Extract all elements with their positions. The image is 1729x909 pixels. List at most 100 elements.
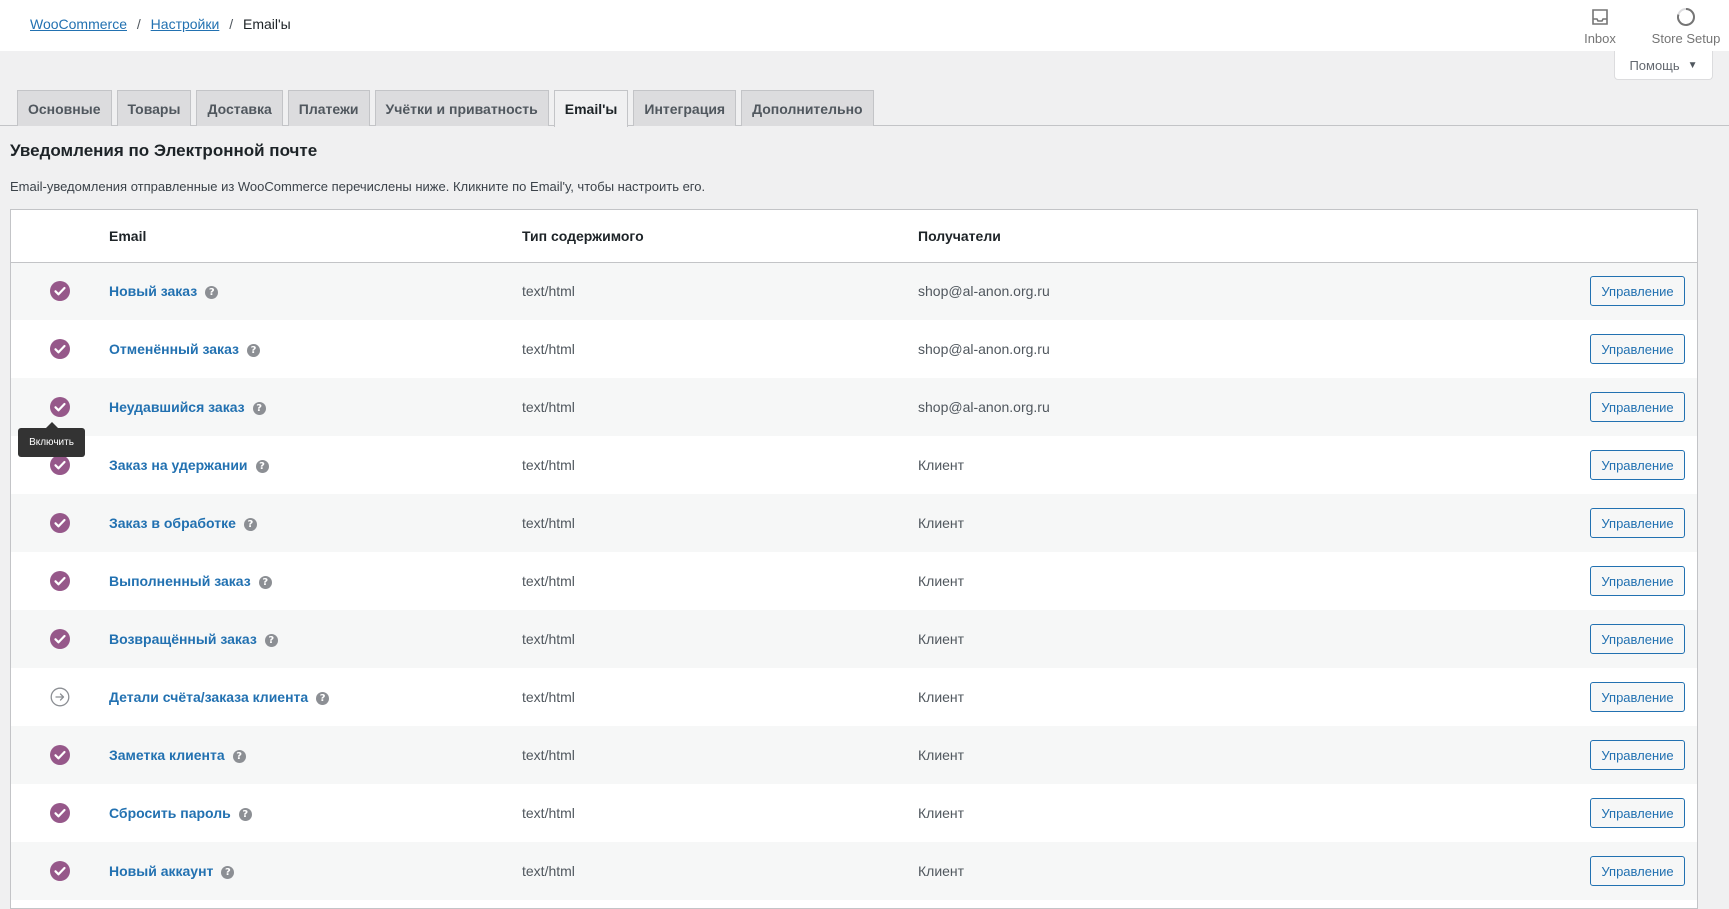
actions-cell: Управление [1567, 552, 1697, 610]
tab-general[interactable]: Основные [17, 90, 112, 126]
help-tip-icon[interactable]: ? [243, 517, 257, 531]
content-type-cell: text/html [522, 515, 575, 531]
email-name-link[interactable]: Сбросить пароль [109, 805, 231, 821]
recipients-cell: Клиент [918, 515, 965, 531]
recipients-cell: shop@al-anon.org.ru [918, 399, 1050, 415]
help-tip-icon[interactable]: ? [232, 749, 246, 763]
manage-button[interactable]: Управление [1590, 566, 1685, 596]
manage-button[interactable]: Управление [1590, 450, 1685, 480]
email-name-cell: Новый аккаунт? [109, 842, 522, 900]
email-name-link[interactable]: Выполненный заказ [109, 573, 251, 589]
tab-products[interactable]: Товары [116, 90, 192, 126]
email-name-cell: Неудавшийся заказ? [109, 378, 522, 436]
email-name-link[interactable]: Отменённый заказ [109, 341, 239, 357]
tab-accounts-privacy[interactable]: Учётки и приватность [374, 90, 549, 126]
enabled-check-icon[interactable] [48, 743, 72, 767]
breadcrumb-link-settings[interactable]: Настройки [151, 16, 220, 32]
help-tip-icon[interactable]: ? [205, 286, 219, 300]
actions-column-header [1567, 210, 1697, 263]
actions-cell: Управление [1567, 784, 1697, 842]
email-name-cell: Заказ на удержании? [109, 436, 522, 494]
status-cell [11, 320, 109, 378]
email-name-link[interactable]: Неудавшийся заказ [109, 399, 245, 415]
manage-button[interactable]: Управление [1590, 392, 1685, 422]
help-button[interactable]: Помощь ▼ [1614, 51, 1713, 80]
table-row: Отменённый заказ? text/html shop@al-anon.o… [11, 320, 1697, 378]
inbox-label: Inbox [1584, 31, 1616, 46]
manage-button[interactable]: Управление [1590, 798, 1685, 828]
enabled-check-icon[interactable] [48, 337, 72, 361]
help-tip-icon[interactable]: ? [258, 575, 272, 589]
recipients-cell: Клиент [918, 631, 965, 647]
content-type-cell: text/html [522, 399, 575, 415]
actions-cell: Управление [1567, 436, 1697, 494]
help-tip-icon[interactable]: ? [264, 633, 278, 647]
manage-button[interactable]: Управление [1590, 508, 1685, 538]
email-name-link[interactable]: Новый аккаунт [109, 863, 213, 879]
status-cell [11, 726, 109, 784]
tab-payments[interactable]: Платежи [287, 90, 370, 126]
email-name-cell: Сбросить пароль? [109, 784, 522, 842]
tab-advanced[interactable]: Дополнительно [741, 90, 874, 126]
help-tip-icon[interactable]: ? [238, 807, 252, 821]
table-row: Новый аккаунт? text/html Клиент Управление [11, 842, 1697, 900]
help-tip-icon[interactable]: ? [221, 865, 235, 879]
email-name-link[interactable]: Заказ в обработке [109, 515, 236, 531]
email-column-header: Email [109, 210, 522, 263]
manage-button[interactable]: Управление [1590, 856, 1685, 886]
recipients-cell: shop@al-anon.org.ru [918, 341, 1050, 357]
actions-cell: Управление [1567, 610, 1697, 668]
content-type-cell: text/html [522, 341, 575, 357]
email-name-link[interactable]: Детали счёта/заказа клиента [109, 689, 308, 705]
enabled-check-icon[interactable] [48, 627, 72, 651]
recipients-cell: Клиент [918, 457, 965, 473]
actions-cell: Управление [1567, 262, 1697, 320]
tab-shipping[interactable]: Доставка [196, 90, 283, 126]
breadcrumb-link-woocommerce[interactable]: WooCommerce [30, 16, 127, 32]
status-cell [11, 610, 109, 668]
table-row: Выполненный заказ? text/html Клиент Управле… [11, 552, 1697, 610]
table-row: Сбросить пароль? text/html Клиент Управлени… [11, 784, 1697, 842]
enabled-check-icon[interactable] [48, 279, 72, 303]
help-tip-icon[interactable]: ? [246, 343, 260, 357]
table-row: Заказ в обработке? text/html Клиент Управле… [11, 494, 1697, 552]
email-name-cell: Заметка клиента? [109, 726, 522, 784]
table-row: Детали счёта/заказа клиента? text/html Кли… [11, 668, 1697, 726]
content-type-cell: text/html [522, 805, 575, 821]
manage-button[interactable]: Управление [1590, 682, 1685, 712]
status-cell [11, 262, 109, 320]
help-label: Помощь [1629, 57, 1680, 73]
status-cell [11, 668, 109, 726]
email-name-link[interactable]: Заметка клиента [109, 747, 225, 763]
page-title: Уведомления по Электронной почте [10, 141, 318, 160]
tab-emails[interactable]: Email'ы [553, 90, 629, 127]
store-setup-button[interactable]: Store Setup [1643, 0, 1729, 51]
help-tip-icon[interactable]: ? [255, 459, 269, 473]
manage-button[interactable]: Управление [1590, 334, 1685, 364]
email-name-link[interactable]: Заказ на удержании [109, 457, 248, 473]
top-actions: Inbox Store Setup [1557, 0, 1729, 51]
help-tip-icon[interactable]: ? [316, 691, 330, 705]
help-tip-icon[interactable]: ? [252, 401, 266, 415]
email-name-cell: Выполненный заказ? [109, 552, 522, 610]
email-name-link[interactable]: Возвращённый заказ [109, 631, 257, 647]
enabled-check-icon[interactable] [48, 859, 72, 883]
enabled-check-icon[interactable] [48, 511, 72, 535]
manage-button[interactable]: Управление [1590, 276, 1685, 307]
breadcrumb: WooCommerce / Настройки / Email'ы [30, 16, 291, 32]
email-name-cell: Возвращённый заказ? [109, 610, 522, 668]
enabled-check-icon[interactable] [48, 395, 72, 419]
top-bar: WooCommerce / Настройки / Email'ы Inbox … [0, 0, 1729, 51]
status-cell [11, 842, 109, 900]
enabled-check-icon[interactable] [48, 801, 72, 825]
manage-button[interactable]: Управление [1590, 740, 1685, 770]
email-name-link[interactable]: Новый заказ [109, 283, 197, 299]
manage-button[interactable]: Управление [1590, 624, 1685, 654]
progress-ring-icon [1676, 6, 1696, 28]
enabled-check-icon[interactable] [48, 569, 72, 593]
inbox-button[interactable]: Inbox [1557, 0, 1643, 51]
manual-send-icon[interactable] [48, 685, 72, 709]
tab-integration[interactable]: Интеграция [633, 90, 737, 126]
settings-tabs: Основные Товары Доставка Платежи Учётки … [17, 90, 874, 127]
email-name-cell: Заказ в обработке? [109, 494, 522, 552]
